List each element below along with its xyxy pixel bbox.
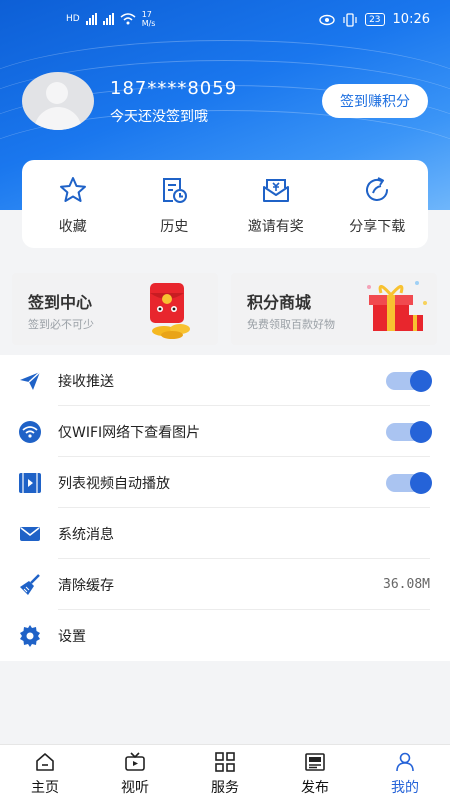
- tab-label: 服务: [211, 780, 239, 796]
- grid-icon: [215, 752, 235, 772]
- avatar-body-shape: [34, 107, 82, 130]
- net-speed: 17 M/s: [142, 10, 156, 28]
- setting-settings[interactable]: 设置: [0, 610, 450, 661]
- signin-hint: 今天还没签到哦: [110, 109, 208, 125]
- eye-icon: [319, 14, 335, 25]
- net-speed-unit: M/s: [141, 19, 156, 28]
- toggle-knob: [410, 369, 432, 392]
- wifi-status-icon: [120, 13, 136, 25]
- setting-push[interactable]: 接收推送: [0, 355, 450, 406]
- net-speed-value: 17: [141, 10, 152, 19]
- toggle-knob: [410, 471, 432, 494]
- tab-services[interactable]: 服务: [180, 745, 270, 801]
- publish-icon: [305, 753, 325, 771]
- battery-level: 23: [369, 14, 381, 25]
- quick-action-label: 历史: [160, 219, 189, 235]
- share-icon: [366, 177, 389, 201]
- quick-action-label: 收藏: [58, 219, 87, 235]
- setting-label: 清除缓存: [58, 577, 114, 594]
- quick-action-label: 邀请有奖: [247, 219, 304, 235]
- setting-label: 接收推送: [58, 373, 114, 390]
- promo-subtitle: 签到必不可少: [28, 318, 94, 331]
- cache-size: 36.08M: [383, 577, 430, 592]
- invite-gift-icon: [262, 179, 289, 202]
- user-icon: [396, 752, 414, 772]
- quick-action-invite[interactable]: 邀请有奖: [225, 160, 327, 248]
- gear-icon: [20, 625, 40, 647]
- wifi-icon: [19, 421, 41, 443]
- setting-label: 系统消息: [58, 526, 114, 543]
- setting-wifi-images[interactable]: 仅WIFI网络下查看图片: [0, 406, 450, 457]
- star-icon: [59, 177, 86, 202]
- mail-icon: [20, 527, 40, 541]
- quick-action-history[interactable]: 历史: [124, 160, 226, 248]
- signin-button[interactable]: 签到赚积分: [322, 84, 428, 118]
- promo-title: 签到中心: [28, 293, 93, 312]
- setting-label: 列表视频自动播放: [58, 475, 170, 492]
- setting-clear-cache[interactable]: 清除缓存 36.08M: [0, 559, 450, 610]
- bottom-tab-bar: 主页 视听 服务 发布 我的: [0, 744, 450, 801]
- setting-system-messages[interactable]: 系统消息: [0, 508, 450, 559]
- quick-action-label: 分享下载: [349, 219, 406, 235]
- tab-label: 发布: [301, 780, 329, 796]
- battery-icon: 23: [365, 13, 385, 26]
- red-envelope-icon: [150, 283, 190, 339]
- quick-action-share[interactable]: 分享下载: [327, 160, 429, 248]
- home-icon: [36, 753, 54, 771]
- setting-autoplay[interactable]: 列表视频自动播放: [0, 457, 450, 508]
- tab-media[interactable]: 视听: [90, 745, 180, 801]
- promo-title: 积分商城: [247, 293, 312, 312]
- promo-points-mall[interactable]: 积分商城 免费领取百款好物: [231, 273, 437, 345]
- send-icon: [20, 371, 41, 390]
- avatar[interactable]: [22, 72, 94, 130]
- wifi-images-toggle[interactable]: [386, 420, 432, 443]
- tab-home[interactable]: 主页: [0, 745, 90, 801]
- tab-publish[interactable]: 发布: [270, 745, 360, 801]
- push-toggle[interactable]: [386, 369, 432, 392]
- quick-actions-card: 收藏 历史 邀请有奖 分享下载: [22, 160, 428, 248]
- avatar-head-shape: [46, 82, 68, 104]
- settings-list: 接收推送 仅WIFI网络下查看图片 列表视频自动播放 系统消息 清除缓存 36.…: [0, 355, 450, 661]
- tab-label: 我的: [391, 780, 419, 796]
- history-icon: [163, 178, 188, 203]
- autoplay-toggle[interactable]: [386, 471, 432, 494]
- quick-action-favorites[interactable]: 收藏: [22, 160, 124, 248]
- video-icon: [19, 473, 41, 493]
- signal-icon: [102, 13, 114, 25]
- sim-icon: HD: [66, 14, 80, 24]
- status-bar: HD 17 M/s 23 10:26: [0, 0, 450, 40]
- tv-icon: [125, 752, 145, 771]
- signal-icon: [85, 13, 97, 25]
- toggle-knob: [410, 420, 432, 443]
- setting-label: 仅WIFI网络下查看图片: [58, 424, 201, 441]
- gift-box-icon: [367, 281, 427, 331]
- status-right: 23 10:26: [319, 12, 430, 27]
- tab-label: 视听: [121, 780, 149, 796]
- promo-subtitle: 免费领取百款好物: [247, 318, 335, 331]
- broom-icon: [20, 574, 40, 595]
- tab-mine[interactable]: 我的: [360, 745, 450, 801]
- setting-label: 设置: [58, 628, 86, 645]
- promo-signin-center[interactable]: 签到中心 签到必不可少: [12, 273, 218, 345]
- user-phone: 187****8059: [110, 78, 238, 99]
- clock: 10:26: [392, 12, 430, 27]
- status-left: HD 17 M/s: [66, 10, 155, 28]
- tab-label: 主页: [31, 780, 59, 796]
- vibrate-icon: [343, 12, 357, 27]
